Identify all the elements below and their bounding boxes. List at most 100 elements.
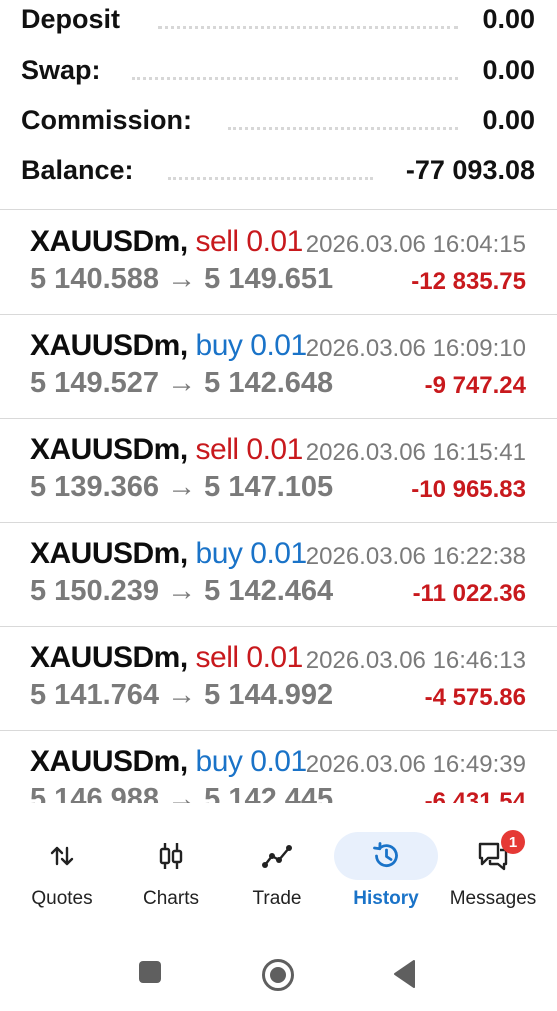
nav-messages[interactable]: 1 Messages — [443, 830, 543, 922]
trade-profit: -12 835.75 — [411, 268, 526, 295]
candlestick-icon — [147, 832, 195, 880]
trade-header: XAUUSDm, sell 0.01 — [30, 433, 303, 467]
arrow-icon: → — [167, 263, 197, 295]
trade-direction: sell — [195, 225, 240, 258]
trade-direction: buy — [195, 745, 243, 778]
close-price: 5 144.992 — [204, 679, 334, 711]
triangle-back-icon[interactable] — [392, 959, 416, 994]
nav-charts[interactable]: Charts — [121, 832, 221, 922]
open-price: 5 149.527 — [30, 367, 160, 399]
trade-item[interactable]: XAUUSDm, sell 0.01 2026.03.06 16:15:41 5… — [0, 419, 557, 523]
trade-profit: -6 431.54 — [424, 788, 526, 803]
nav-charts-label: Charts — [143, 888, 199, 909]
account-summary: Deposit 0.00 Swap: 0.00 Commission: 0.00… — [0, 0, 557, 208]
history-list[interactable]: XAUUSDm, sell 0.01 2026.03.06 16:04:15 5… — [0, 211, 557, 803]
trade-item[interactable]: XAUUSDm, sell 0.01 2026.03.06 16:04:15 5… — [0, 211, 557, 315]
nav-trade[interactable]: Trade — [227, 832, 327, 922]
close-price: 5 142.445 — [204, 783, 334, 803]
commission-label: Commission: — [21, 105, 193, 135]
dotted-leader — [168, 177, 373, 180]
commission-value: 0.00 — [482, 105, 535, 135]
trade-direction: buy — [195, 329, 243, 362]
open-price: 5 141.764 — [30, 679, 160, 711]
trade-time: 2026.03.06 16:04:15 — [305, 231, 526, 258]
deposit-value: 0.00 — [482, 4, 535, 34]
commission-row: Commission: 0.00 — [0, 101, 557, 145]
trade-symbol: XAUUSDm, — [30, 329, 188, 362]
trade-symbol: XAUUSDm, — [30, 641, 188, 674]
trade-profit: -9 747.24 — [424, 372, 526, 399]
balance-label: Balance: — [21, 155, 134, 185]
history-clock-icon — [334, 832, 438, 880]
arrow-icon: → — [167, 575, 197, 607]
trade-time: 2026.03.06 16:09:10 — [305, 335, 526, 362]
balance-value: -77 093.08 — [405, 155, 535, 185]
nav-history-label: History — [353, 888, 419, 909]
trade-prices: 5 150.239 → 5 142.464 — [30, 575, 333, 608]
trade-time: 2026.03.06 16:46:13 — [305, 647, 526, 674]
deposit-row: Deposit 0.00 — [0, 0, 557, 44]
sort-arrows-icon — [38, 832, 86, 880]
trade-time: 2026.03.06 16:15:41 — [305, 439, 526, 466]
trade-volume: 0.01 — [250, 537, 307, 570]
balance-row: Balance: -77 093.08 — [0, 151, 557, 195]
deposit-label: Deposit — [21, 4, 121, 34]
trade-item[interactable]: XAUUSDm, buy 0.01 2026.03.06 16:22:38 5 … — [0, 523, 557, 627]
trade-profit: -4 575.86 — [424, 684, 526, 711]
dotted-leader — [158, 26, 458, 29]
trade-symbol: XAUUSDm, — [30, 225, 188, 258]
trade-header: XAUUSDm, sell 0.01 — [30, 225, 303, 259]
swap-value: 0.00 — [482, 55, 535, 85]
open-price: 5 150.239 — [30, 575, 160, 607]
trade-prices: 5 140.588 → 5 149.651 — [30, 263, 333, 296]
system-nav-bar — [0, 930, 557, 1011]
nav-quotes-label: Quotes — [31, 888, 93, 909]
trade-symbol: XAUUSDm, — [30, 537, 188, 570]
arrow-icon: → — [167, 471, 197, 503]
nav-messages-label: Messages — [449, 888, 537, 909]
swap-row: Swap: 0.00 — [0, 51, 557, 95]
arrow-icon: → — [167, 367, 197, 399]
trade-symbol: XAUUSDm, — [30, 745, 188, 778]
trade-direction: buy — [195, 537, 243, 570]
trade-prices: 5 146.988 → 5 142.445 — [30, 783, 333, 803]
nav-quotes[interactable]: Quotes — [12, 832, 112, 922]
home-circle-icon[interactable] — [261, 958, 295, 997]
trade-volume: 0.01 — [250, 329, 307, 362]
square-recents-icon[interactable] — [138, 960, 162, 989]
divider — [0, 209, 557, 210]
trade-volume: 0.01 — [246, 641, 303, 674]
trade-prices: 5 141.764 → 5 144.992 — [30, 679, 333, 712]
trade-prices: 5 149.527 → 5 142.648 — [30, 367, 333, 400]
trade-item[interactable]: XAUUSDm, sell 0.01 2026.03.06 16:46:13 5… — [0, 627, 557, 731]
dotted-leader — [132, 77, 458, 80]
trade-item[interactable]: XAUUSDm, buy 0.01 2026.03.06 16:49:39 5 … — [0, 731, 557, 803]
trade-item[interactable]: XAUUSDm, buy 0.01 2026.03.06 16:09:10 5 … — [0, 315, 557, 419]
open-price: 5 140.588 — [30, 263, 160, 295]
trade-header: XAUUSDm, buy 0.01 — [30, 329, 307, 363]
unread-badge: 1 — [501, 830, 525, 854]
close-price: 5 147.105 — [204, 471, 334, 503]
nav-history[interactable]: History — [334, 832, 438, 922]
trade-header: XAUUSDm, buy 0.01 — [30, 745, 307, 779]
nav-trade-label: Trade — [252, 888, 302, 909]
trend-line-icon — [253, 832, 301, 880]
close-price: 5 142.464 — [204, 575, 334, 607]
trade-time: 2026.03.06 16:49:39 — [305, 751, 526, 778]
trade-prices: 5 139.366 → 5 147.105 — [30, 471, 333, 504]
close-price: 5 142.648 — [204, 367, 334, 399]
trade-profit: -10 965.83 — [411, 476, 526, 503]
dotted-leader — [228, 127, 458, 130]
trade-direction: sell — [195, 433, 240, 466]
trade-symbol: XAUUSDm, — [30, 433, 188, 466]
open-price: 5 139.366 — [30, 471, 160, 503]
trade-time: 2026.03.06 16:22:38 — [305, 543, 526, 570]
trade-header: XAUUSDm, sell 0.01 — [30, 641, 303, 675]
arrow-icon: → — [167, 783, 197, 803]
arrow-icon: → — [167, 679, 197, 711]
bottom-nav: Quotes Charts Trade History 1 Messages — [0, 812, 557, 922]
trade-volume: 0.01 — [246, 433, 303, 466]
trade-volume: 0.01 — [250, 745, 307, 778]
close-price: 5 149.651 — [204, 263, 334, 295]
trade-header: XAUUSDm, buy 0.01 — [30, 537, 307, 571]
